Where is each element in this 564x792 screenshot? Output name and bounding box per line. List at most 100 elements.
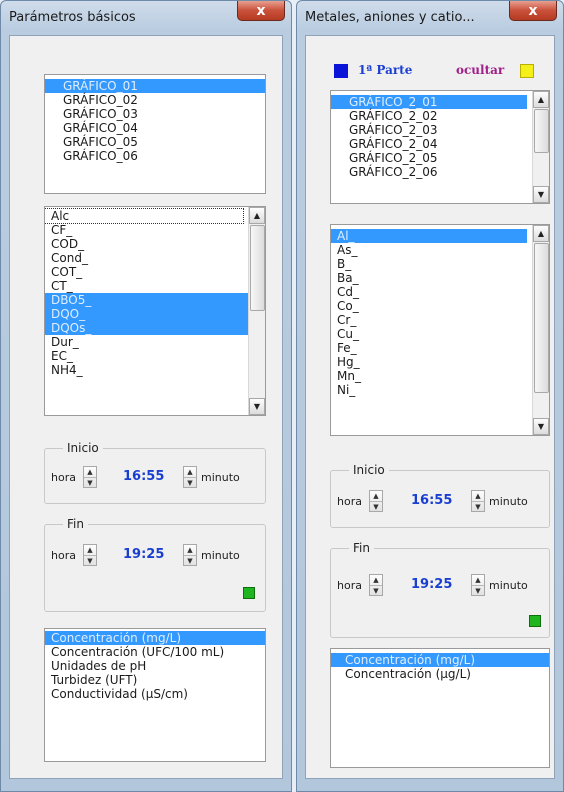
list-item[interactable]: Alc [45, 208, 244, 224]
status-indicator[interactable] [243, 587, 255, 599]
list-item[interactable]: GRÁFICO_04 [45, 121, 265, 135]
title-bar[interactable]: Metales, aniones y catio... x [297, 1, 563, 35]
scroll-up-button[interactable]: ▲ [533, 225, 549, 242]
spin-down-icon[interactable]: ▼ [472, 585, 484, 595]
minute-spinner[interactable]: ▲ ▼ [471, 574, 485, 596]
list-item[interactable]: Cu_ [331, 327, 549, 341]
list-item[interactable]: Concentración (µg/L) [331, 667, 549, 681]
spin-down-icon[interactable]: ▼ [84, 555, 96, 565]
close-button[interactable]: x [237, 1, 285, 21]
list-item[interactable]: GRÁFICO_2_06 [331, 165, 549, 179]
list-item[interactable]: Concentración (mg/L) [45, 631, 265, 645]
list-item[interactable]: Concentración (mg/L) [331, 653, 549, 667]
list-item[interactable]: GRÁFICO_05 [45, 135, 265, 149]
part-toggle-square[interactable] [334, 64, 348, 78]
list-item[interactable]: GRÁFICO_01 [45, 79, 265, 93]
spin-down-icon[interactable]: ▼ [472, 501, 484, 511]
list-item[interactable]: GRÁFICO_2_05 [331, 151, 549, 165]
spin-up-icon[interactable]: ▲ [184, 545, 196, 555]
scroll-up-button[interactable]: ▲ [533, 91, 549, 108]
list-item[interactable]: GRÁFICO_2_04 [331, 137, 549, 151]
list-item[interactable]: DQOs_ [45, 321, 265, 335]
list-item[interactable]: DBO5_ [45, 293, 265, 307]
scroll-up-button[interactable]: ▲ [249, 207, 265, 224]
units-listbox[interactable]: Concentración (mg/L) Concentración (UFC/… [44, 628, 266, 762]
scroll-thumb[interactable] [250, 225, 265, 311]
list-item[interactable]: Cr_ [331, 313, 549, 327]
list-item[interactable]: Co_ [331, 299, 549, 313]
list-item[interactable]: Al_ [331, 229, 527, 243]
hour-spinner[interactable]: ▲ ▼ [83, 466, 97, 488]
list-item[interactable]: DQO_ [45, 307, 265, 321]
list-item[interactable]: CT_ [45, 279, 265, 293]
list-item[interactable]: Cd_ [331, 285, 549, 299]
spin-down-icon[interactable]: ▼ [84, 477, 96, 487]
spin-up-icon[interactable]: ▲ [472, 575, 484, 585]
hour-spinner[interactable]: ▲ ▼ [369, 490, 383, 512]
chevron-up-icon: ▲ [537, 229, 545, 238]
list-item[interactable]: Turbidez (UFT) [45, 673, 265, 687]
list-item[interactable]: Dur_ [45, 335, 265, 349]
spin-up-icon[interactable]: ▲ [370, 575, 382, 585]
list-item[interactable]: Unidades de pH [45, 659, 265, 673]
parameter-listbox[interactable]: Alc CF_ COD_ Cond_ COT_ CT_ DBO5_ DQO_ D… [44, 206, 266, 416]
list-item[interactable]: GRÁFICO_2_01 [331, 95, 527, 109]
spin-up-icon[interactable]: ▲ [472, 491, 484, 501]
list-item[interactable]: Conductividad (µS/cm) [45, 687, 265, 701]
scroll-down-button[interactable]: ▼ [533, 418, 549, 435]
spin-down-icon[interactable]: ▼ [184, 477, 196, 487]
list-item[interactable]: COD_ [45, 237, 265, 251]
group-legend: Fin [349, 541, 374, 555]
chart-listbox[interactable]: GRÁFICO_2_01 GRÁFICO_2_02 GRÁFICO_2_03 G… [330, 90, 550, 204]
list-item[interactable]: Ba_ [331, 271, 549, 285]
spin-up-icon[interactable]: ▲ [184, 467, 196, 477]
hour-spinner[interactable]: ▲ ▼ [369, 574, 383, 596]
scroll-down-button[interactable]: ▼ [533, 186, 549, 203]
list-item[interactable]: Cond_ [45, 251, 265, 265]
hide-toggle-square[interactable] [520, 64, 534, 78]
list-item[interactable]: As_ [331, 243, 549, 257]
list-item[interactable]: Fe_ [331, 341, 549, 355]
list-item[interactable]: GRÁFICO_2_03 [331, 123, 549, 137]
minute-spinner[interactable]: ▲ ▼ [183, 466, 197, 488]
list-item[interactable]: Hg_ [331, 355, 549, 369]
scroll-thumb[interactable] [534, 243, 549, 393]
chart-listbox[interactable]: GRÁFICO_01 GRÁFICO_02 GRÁFICO_03 GRÁFICO… [44, 74, 266, 194]
group-legend: Inicio [349, 463, 389, 477]
spin-up-icon[interactable]: ▲ [84, 545, 96, 555]
parameter-listbox[interactable]: Al_ As_ B_ Ba_ Cd_ Co_ Cr_ Cu_ Fe_ Hg_ M… [330, 224, 550, 436]
end-time-value: 19:25 [123, 547, 165, 562]
spin-down-icon[interactable]: ▼ [184, 555, 196, 565]
hour-spinner[interactable]: ▲ ▼ [83, 544, 97, 566]
list-item[interactable]: B_ [331, 257, 549, 271]
list-item[interactable]: CF_ [45, 223, 265, 237]
spin-down-icon[interactable]: ▼ [370, 585, 382, 595]
scroll-down-button[interactable]: ▼ [249, 398, 265, 415]
spin-up-icon[interactable]: ▲ [370, 491, 382, 501]
vertical-scrollbar[interactable]: ▲ ▼ [532, 91, 549, 203]
list-item[interactable]: GRÁFICO_2_02 [331, 109, 549, 123]
hour-label: hora [51, 549, 76, 562]
units-listbox[interactable]: Concentración (mg/L) Concentración (µg/L… [330, 648, 550, 768]
title-bar[interactable]: Parámetros básicos x [1, 1, 291, 35]
minute-spinner[interactable]: ▲ ▼ [471, 490, 485, 512]
list-item[interactable]: COT_ [45, 265, 265, 279]
vertical-scrollbar[interactable]: ▲ ▼ [248, 207, 265, 415]
list-item[interactable]: NH4_ [45, 363, 265, 377]
list-item[interactable]: EC_ [45, 349, 265, 363]
vertical-scrollbar[interactable]: ▲ ▼ [532, 225, 549, 435]
list-item[interactable]: Mn_ [331, 369, 549, 383]
list-item[interactable]: GRÁFICO_06 [45, 149, 265, 163]
spin-down-icon[interactable]: ▼ [370, 501, 382, 511]
list-item[interactable]: Ni_ [331, 383, 549, 397]
list-item[interactable]: GRÁFICO_02 [45, 93, 265, 107]
spin-up-icon[interactable]: ▲ [84, 467, 96, 477]
list-item[interactable]: GRÁFICO_03 [45, 107, 265, 121]
minute-label: minuto [489, 495, 528, 508]
scroll-thumb[interactable] [534, 109, 549, 153]
close-button[interactable]: x [509, 1, 557, 21]
list-item[interactable]: Concentración (UFC/100 mL) [45, 645, 265, 659]
status-indicator[interactable] [529, 615, 541, 627]
minute-spinner[interactable]: ▲ ▼ [183, 544, 197, 566]
basic-parameters-window: Parámetros básicos x GRÁFICO_01 GRÁFICO_… [0, 0, 292, 792]
